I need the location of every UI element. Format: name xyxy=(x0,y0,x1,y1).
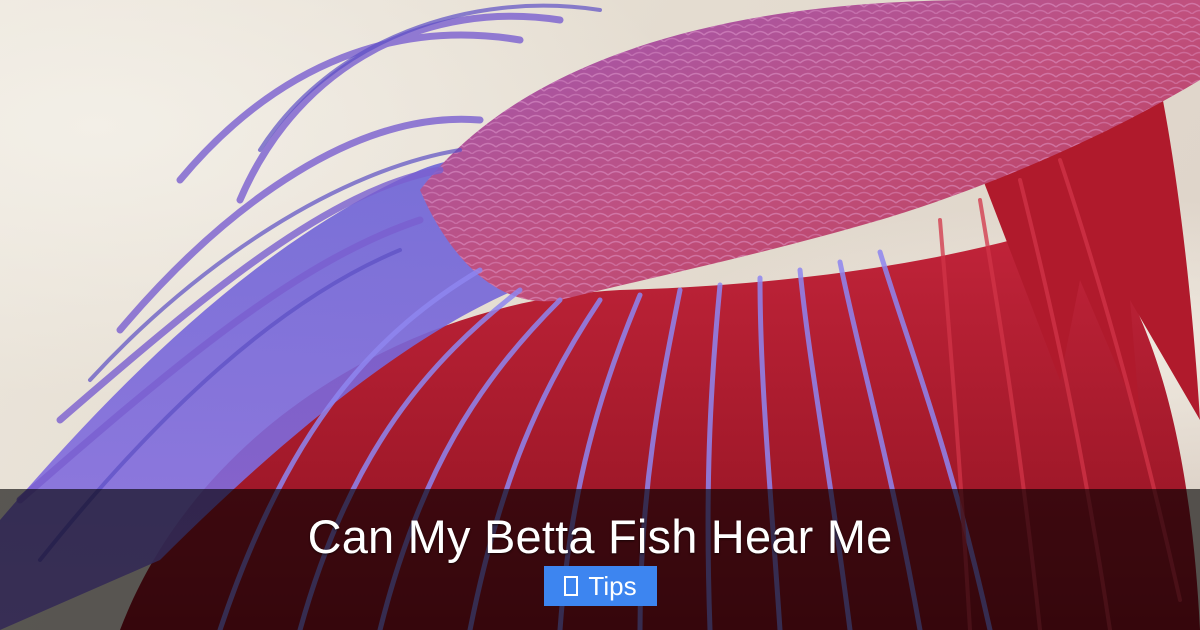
hero-banner: Can My Betta Fish Hear Me Tips xyxy=(0,0,1200,630)
article-title: Can My Betta Fish Hear Me xyxy=(307,510,893,563)
category-badge[interactable]: Tips xyxy=(544,566,657,606)
tag-icon xyxy=(564,576,579,596)
category-label: Tips xyxy=(588,570,637,601)
